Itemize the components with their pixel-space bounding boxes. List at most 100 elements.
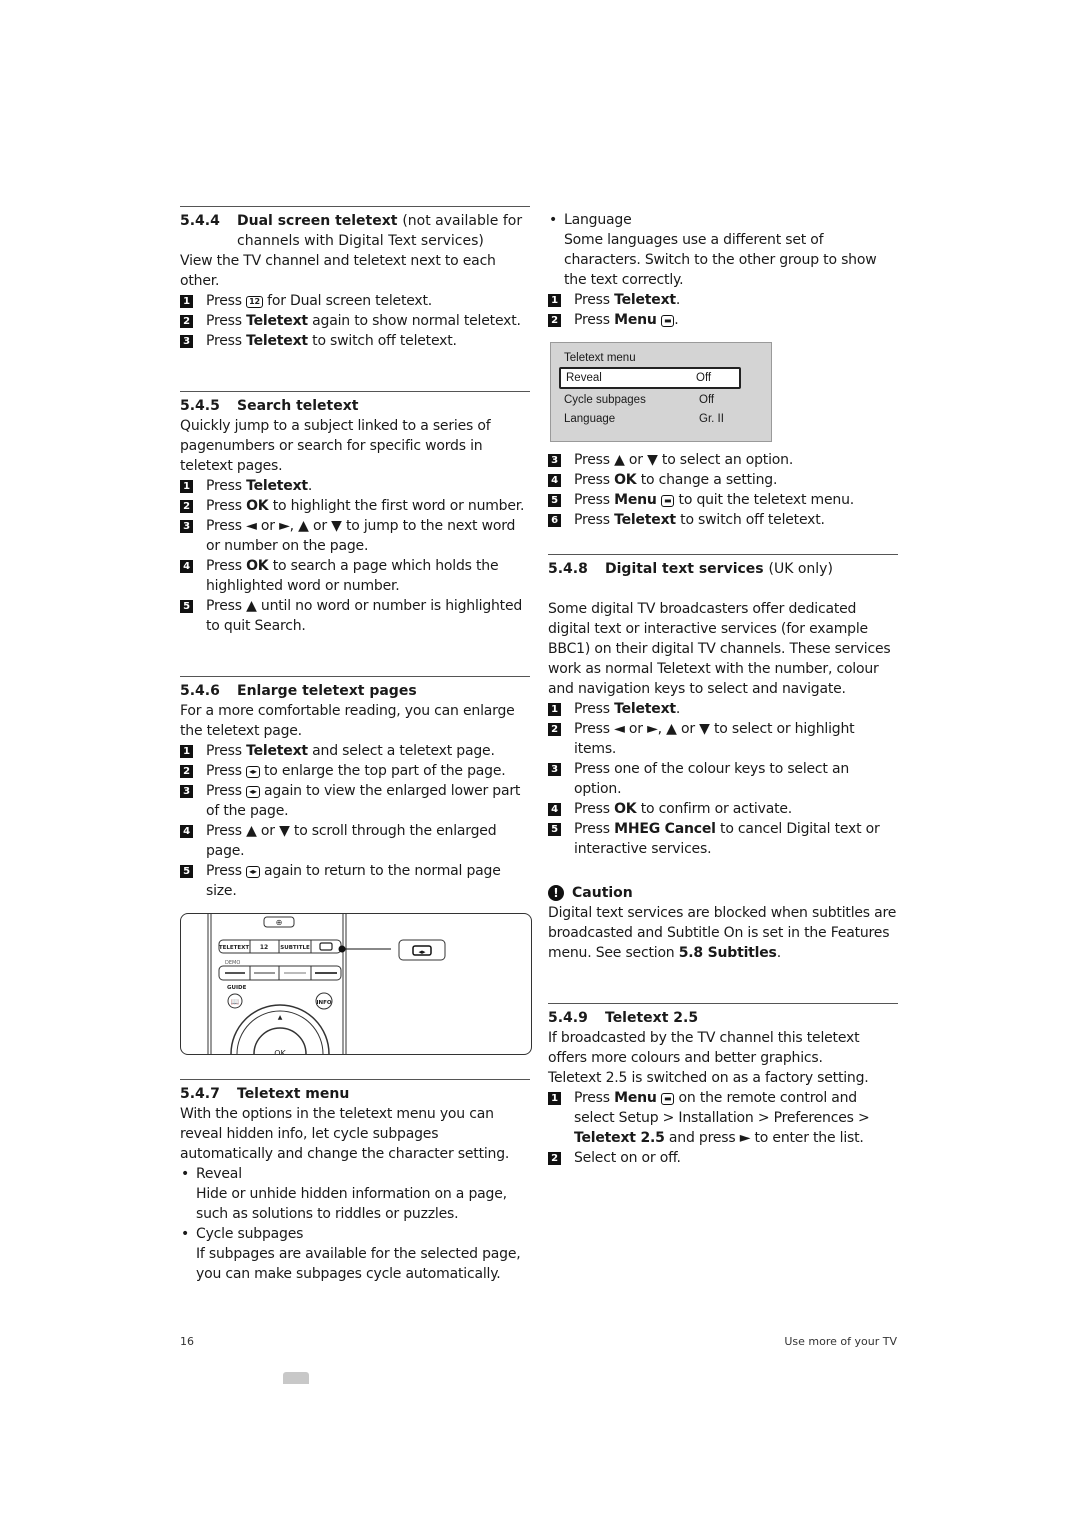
caution-text: Digital text services are blocked when s… [548, 905, 897, 961]
bullet-item: Cycle subpagesIf subpages are available … [180, 1224, 530, 1284]
step-item: 5 Press Menu ▬ to quit the teletext menu. [548, 490, 898, 510]
teletext-key-label: TELETEXT [219, 945, 250, 951]
menu-row-cycle-subpages[interactable]: Cycle subpages Off [564, 391, 734, 409]
section-teletext-2-5: 5.4.9 Teletext 2.5 If broadcasted by the … [548, 1003, 898, 1168]
step-number-badge: 5 [548, 494, 561, 507]
step-number-badge: 4 [548, 803, 561, 816]
svg-text:⊕: ⊕ [276, 918, 283, 927]
section-divider [548, 1003, 898, 1004]
step-number-badge: 2 [180, 315, 193, 328]
step-number-badge: 1 [548, 294, 561, 307]
section-divider [180, 391, 530, 392]
step-item: 2 Press ◂▸ to enlarge the top part of the… [180, 761, 530, 781]
chapter-title: Use more of your TV [784, 1335, 897, 1348]
svg-text:◂▸: ◂▸ [418, 948, 426, 956]
zoom-format-key-icon: ◂▸ [246, 786, 260, 798]
menu-key-icon: ▬ [660, 1093, 675, 1105]
remote-control-drawing: ⊕ TELETEXT 12 SUBTITLE ◂▸ DEMO GUIDE 📖 I… [207, 914, 446, 1054]
section-enlarge-teletext: 5.4.6 Enlarge teletext pages For a more c… [180, 676, 532, 1055]
section-intro: Some digital TV broadcasters offer dedic… [548, 601, 891, 697]
section-heading: 5.4.6 Enlarge teletext pages [180, 683, 417, 699]
step-item: 4 Press ▲ or ▼ to scroll through the enla… [180, 821, 530, 861]
menu-key-icon: ▬ [660, 495, 675, 507]
step-item: 5 Press MHEG Cancel to cancel Digital tex… [548, 819, 898, 859]
step-item: 2 Press OK to highlight the first word or… [180, 496, 530, 516]
caution-heading: ! Caution [548, 883, 898, 903]
menu-row-language[interactable]: Language Gr. II [564, 410, 734, 428]
step-item: 5 Press ◂▸ again to return to the normal … [180, 861, 530, 901]
step-number-badge: 2 [548, 1152, 561, 1165]
section-intro: View the TV channel and teletext next to… [180, 253, 496, 289]
step-number-badge: 4 [180, 560, 193, 573]
step-number-badge: 3 [180, 785, 193, 798]
section-teletext-menu: 5.4.7 Teletext menu With the options in t… [180, 1079, 530, 1284]
step-number-badge: 3 [548, 454, 561, 467]
step-number-badge: 1 [180, 480, 193, 493]
section-dual-screen-teletext: 5.4.4 Dual screen teletext (not available… [180, 206, 530, 351]
step-number-badge: 5 [548, 823, 561, 836]
section-intro: Quickly jump to a subject linked to a se… [180, 418, 491, 474]
step-number-badge: 3 [180, 520, 193, 533]
step-number-badge: 1 [548, 703, 561, 716]
step-item: 1 Press Teletext. [548, 699, 898, 719]
step-item: 4 Press OK to change a setting. [548, 470, 898, 490]
remote-control-illustration: ⊕ TELETEXT 12 SUBTITLE ◂▸ DEMO GUIDE 📖 I… [180, 913, 532, 1055]
step-number-badge: 1 [180, 295, 193, 308]
navigation-ring [230, 1004, 330, 1054]
left-column: 5.4.4 Dual screen teletext (not available… [180, 206, 532, 1284]
zoom-format-key-icon: ◂▸ [246, 766, 260, 778]
section-heading: 5.4.4 Dual screen teletext (not available… [180, 213, 523, 249]
zoom-format-key-icon: ◂▸ [246, 866, 260, 878]
step-item: 1 Press Teletext. [180, 476, 530, 496]
ok-label: OK [274, 1049, 286, 1054]
step-item: 6 Press Teletext to switch off teletext. [548, 510, 898, 530]
step-number-badge: 2 [180, 765, 193, 778]
teletext-menu-title: Teletext menu [564, 352, 636, 364]
section-divider [180, 1079, 530, 1080]
bullet-item: LanguageSome languages use a different s… [548, 210, 898, 290]
section-intro: With the options in the teletext menu yo… [180, 1106, 510, 1162]
step-item: 4 Press OK to search a page which holds t… [180, 556, 530, 596]
section-heading: 5.4.7 Teletext menu [180, 1086, 350, 1102]
dual-screen-key-label: 12 [260, 944, 268, 951]
step-item: 3 Press one of the colour keys to select … [548, 759, 898, 799]
step-number-badge: 3 [180, 335, 193, 348]
svg-text:INFO: INFO [316, 1000, 331, 1006]
up-arrow-icon: ▲ [278, 1014, 283, 1021]
section-divider [548, 554, 898, 555]
page-tab-marker [283, 1372, 309, 1384]
step-item: 2 Press ◄ or ►, ▲ or ▼ to select or highl… [548, 719, 898, 759]
caution-icon: ! [548, 885, 564, 901]
menu-key-icon: ▬ [660, 315, 675, 327]
page-number: 16 [180, 1335, 194, 1348]
demo-label: DEMO [225, 960, 240, 966]
section-digital-text-services: 5.4.8 Digital text services (UK only) Som… [548, 554, 898, 963]
step-item: 3 Press Teletext to switch off teletext. [180, 331, 530, 351]
step-item: 4 Press OK to confirm or activate. [548, 799, 898, 819]
step-number-badge: 6 [548, 514, 561, 527]
menu-row-reveal[interactable]: Reveal Off [559, 367, 741, 389]
step-item: 1 Press Teletext and select a teletext pa… [180, 741, 530, 761]
section-heading: 5.4.9 Teletext 2.5 [548, 1010, 699, 1026]
svg-text:📖: 📖 [231, 998, 240, 1006]
step-number-badge: 1 [548, 1092, 561, 1105]
dual-screen-key-icon: 12 [246, 296, 263, 308]
section-intro: If broadcasted by the TV channel this te… [548, 1030, 860, 1066]
step-number-badge: 3 [548, 763, 561, 776]
step-item: 1 Press 12 for Dual screen teletext. [180, 291, 530, 311]
step-item: 2 Select on or off. [548, 1148, 898, 1168]
bullet-item: RevealHide or unhide hidden information … [180, 1164, 530, 1224]
step-item: 1 Press Menu ▬ on the remote control and … [548, 1088, 898, 1148]
section-intro: For a more comfortable reading, you can … [180, 703, 515, 739]
step-number-badge: 1 [180, 745, 193, 758]
subtitle-key-label: SUBTITLE [280, 945, 310, 951]
teletext-menu-panel: Teletext menu Reveal Off Cycle subpages Of… [550, 342, 772, 442]
step-item: 3 Press ◂▸ again to view the enlarged low… [180, 781, 530, 821]
step-number-badge: 2 [548, 723, 561, 736]
section-divider [180, 676, 530, 677]
section-divider [180, 206, 530, 207]
step-number-badge: 5 [180, 600, 193, 613]
step-item: 1 Press Teletext. [548, 290, 898, 310]
section-heading: 5.4.5 Search teletext [180, 398, 359, 414]
right-column: LanguageSome languages use a different s… [548, 210, 898, 1168]
